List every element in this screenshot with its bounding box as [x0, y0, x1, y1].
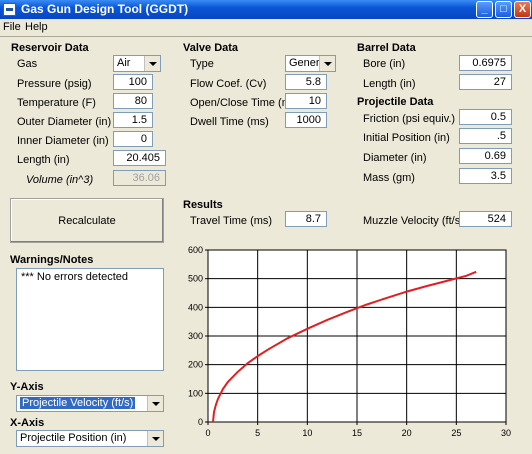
recalculate-label: Recalculate: [58, 214, 116, 227]
flow-coef-input[interactable]: 5.8: [285, 74, 327, 90]
menu-bar: [0, 19, 532, 36]
x-axis-select[interactable]: Projectile Position (in): [16, 430, 164, 447]
x-axis-header: X-Axis: [10, 417, 45, 429]
chevron-down-icon[interactable]: [144, 56, 160, 71]
outer-diameter-input[interactable]: 1.5: [113, 112, 153, 128]
maximize-button[interactable]: □: [495, 1, 512, 18]
travel-time-label: Travel Time (ms): [190, 215, 273, 227]
chevron-down-icon[interactable]: [319, 56, 335, 71]
projectile-diameter-input[interactable]: 0.69: [459, 148, 512, 164]
y-tick-label: 400: [188, 302, 203, 312]
initial-position-label: Initial Position (in): [363, 132, 450, 144]
pressure-input[interactable]: 100: [113, 74, 153, 90]
outer-diameter-label: Outer Diameter (in): [17, 116, 112, 128]
valve-header: Valve Data: [183, 42, 239, 54]
results-chart: 0 5 10 15 20 25 300100200300400500600: [188, 245, 511, 438]
x-tick-label: 0: [205, 428, 210, 438]
y-tick-label: 0: [198, 417, 203, 427]
bore-input[interactable]: 0.6975: [459, 55, 512, 71]
recalculate-button[interactable]: Recalculate: [10, 198, 164, 243]
warnings-textbox[interactable]: *** No errors detected: [16, 268, 164, 371]
menu-separator: [0, 36, 532, 37]
reservoir-header: Reservoir Data: [11, 42, 89, 54]
bore-label: Bore (in): [363, 58, 406, 70]
y-tick-label: 100: [188, 388, 203, 398]
menu-file[interactable]: File: [3, 21, 21, 33]
barrel-header: Barrel Data: [357, 42, 416, 54]
muzzle-velocity-output: 524: [459, 211, 512, 227]
x-tick-label: 30: [501, 428, 511, 438]
gas-label: Gas: [17, 58, 38, 70]
open-close-label: Open/Close Time (ms): [190, 97, 301, 109]
mass-label: Mass (gm): [363, 172, 415, 184]
gas-select[interactable]: Air: [113, 55, 161, 72]
barrel-length-input[interactable]: 27: [459, 74, 512, 90]
x-tick-label: 5: [255, 428, 260, 438]
mass-input[interactable]: 3.5: [459, 168, 512, 184]
chevron-down-icon[interactable]: [147, 431, 163, 446]
results-header: Results: [183, 199, 223, 211]
y-tick-label: 200: [188, 360, 203, 370]
dwell-time-input[interactable]: 1000: [285, 112, 327, 128]
initial-position-input[interactable]: .5: [459, 128, 512, 144]
volume-output: 36.06: [113, 170, 166, 186]
temperature-input[interactable]: 80: [113, 93, 153, 109]
y-axis-select[interactable]: Projectile Velocity (ft/s): [16, 395, 164, 412]
y-axis-header: Y-Axis: [10, 381, 44, 393]
friction-input[interactable]: 0.5: [459, 109, 512, 125]
x-tick-label: 15: [352, 428, 362, 438]
y-tick-label: 500: [188, 274, 203, 284]
warnings-header: Warnings/Notes: [10, 254, 94, 266]
window-title: Gas Gun Design Tool (GGDT): [21, 2, 189, 16]
reservoir-length-input[interactable]: 20.405: [113, 150, 166, 166]
minimize-button[interactable]: _: [476, 1, 493, 18]
reservoir-length-label: Length (in): [17, 154, 70, 166]
valve-type-select[interactable]: Generic: [285, 55, 336, 72]
inner-diameter-label: Inner Diameter (in): [17, 135, 109, 147]
barrel-length-label: Length (in): [363, 78, 416, 90]
x-tick-label: 10: [302, 428, 312, 438]
pressure-label: Pressure (psig): [17, 78, 92, 90]
warnings-text: *** No errors detected: [21, 271, 128, 283]
valve-type-label: Type: [190, 58, 214, 70]
volume-label: Volume (in^3): [26, 174, 94, 186]
projectile-header: Projectile Data: [357, 96, 434, 108]
dwell-time-label: Dwell Time (ms): [190, 116, 269, 128]
muzzle-velocity-label: Muzzle Velocity (ft/s): [363, 215, 464, 227]
travel-time-output: 8.7: [285, 211, 327, 227]
app-icon: [3, 3, 16, 16]
projectile-diameter-label: Diameter (in): [363, 152, 427, 164]
temperature-label: Temperature (F): [17, 97, 96, 109]
x-tick-label: 20: [402, 428, 412, 438]
open-close-input[interactable]: 10: [285, 93, 327, 109]
y-tick-label: 300: [188, 331, 203, 341]
close-button[interactable]: X: [514, 1, 531, 18]
flow-coef-label: Flow Coef. (Cv): [190, 78, 267, 90]
x-tick-label: 25: [451, 428, 461, 438]
menu-help[interactable]: Help: [25, 21, 48, 33]
chevron-down-icon[interactable]: [147, 396, 163, 411]
y-tick-label: 600: [188, 245, 203, 255]
friction-label: Friction (psi equiv.): [363, 113, 456, 125]
inner-diameter-input[interactable]: 0: [113, 131, 153, 147]
